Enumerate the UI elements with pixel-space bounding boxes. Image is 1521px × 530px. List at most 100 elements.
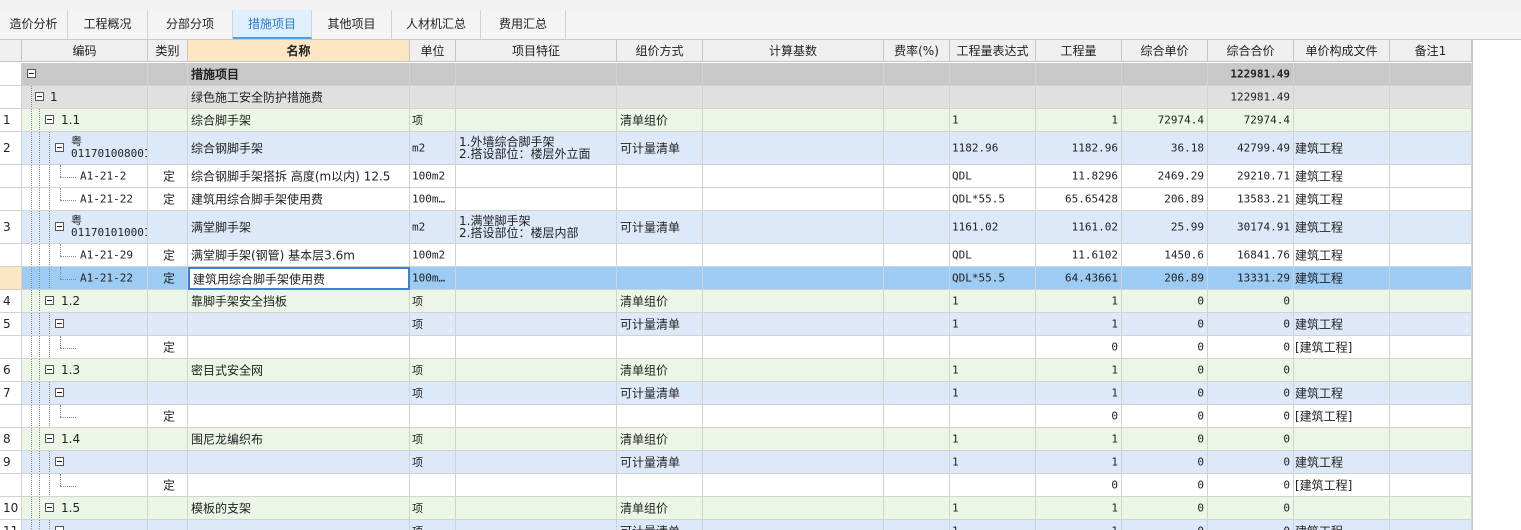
code-cell[interactable]: 1.3: [22, 359, 148, 382]
minus-box-icon[interactable]: [55, 526, 64, 530]
expression-cell[interactable]: [950, 405, 1036, 428]
note-cell[interactable]: [1390, 451, 1472, 474]
column-header[interactable]: 编码: [22, 40, 148, 62]
name-cell[interactable]: 措施项目: [188, 63, 410, 86]
unit-cell[interactable]: 项: [410, 313, 456, 336]
category-cell[interactable]: 定: [148, 267, 188, 290]
column-header[interactable]: 类别: [148, 40, 188, 62]
unit-cell[interactable]: 100m2: [410, 165, 456, 188]
table-row[interactable]: 定 0 0 0 [建筑工程]: [0, 336, 1472, 359]
note-cell[interactable]: [1390, 165, 1472, 188]
expression-cell[interactable]: 1: [950, 382, 1036, 405]
category-cell[interactable]: [148, 132, 188, 165]
total-price-cell[interactable]: 13331.29: [1208, 267, 1294, 290]
pricing-file-cell[interactable]: 建筑工程: [1294, 520, 1390, 530]
pricing-file-cell[interactable]: [1294, 497, 1390, 520]
code-cell[interactable]: 1.5: [22, 497, 148, 520]
expression-cell[interactable]: 1: [950, 451, 1036, 474]
unit-cell[interactable]: 项: [410, 382, 456, 405]
code-cell[interactable]: A1-21-22: [22, 188, 148, 211]
table-row[interactable]: A1-21-22 定 建筑用综合脚手架使用费 100m… QDL*55.5 64.4366…: [0, 267, 1472, 290]
feature-cell[interactable]: [456, 290, 617, 313]
rate-cell[interactable]: [884, 63, 950, 86]
note-cell[interactable]: [1390, 290, 1472, 313]
method-cell[interactable]: 清单组价: [617, 290, 703, 313]
expression-cell[interactable]: 1: [950, 290, 1036, 313]
name-cell[interactable]: 模板的支架: [188, 497, 410, 520]
total-price-cell[interactable]: 30174.91: [1208, 211, 1294, 244]
expression-cell[interactable]: 1: [950, 359, 1036, 382]
feature-cell[interactable]: [456, 86, 617, 109]
feature-cell[interactable]: [456, 520, 617, 530]
note-cell[interactable]: [1390, 109, 1472, 132]
category-cell[interactable]: [148, 109, 188, 132]
quantity-cell[interactable]: 1161.02: [1036, 211, 1122, 244]
feature-cell[interactable]: 1.满堂脚手架 2.搭设部位：楼层内部: [456, 211, 617, 244]
minus-box-icon[interactable]: [35, 92, 44, 101]
column-header[interactable]: 名称: [188, 40, 410, 62]
feature-cell[interactable]: [456, 382, 617, 405]
unit-cell[interactable]: 项: [410, 520, 456, 530]
quantity-cell[interactable]: 11.8296: [1036, 165, 1122, 188]
category-cell[interactable]: [148, 211, 188, 244]
total-price-cell[interactable]: 0: [1208, 451, 1294, 474]
expression-cell[interactable]: [950, 86, 1036, 109]
note-cell[interactable]: [1390, 497, 1472, 520]
code-cell[interactable]: [22, 474, 148, 497]
minus-box-icon[interactable]: [55, 143, 64, 152]
method-cell[interactable]: [617, 188, 703, 211]
pricing-file-cell[interactable]: [1294, 63, 1390, 86]
category-cell[interactable]: [148, 451, 188, 474]
column-header[interactable]: 项目特征: [456, 40, 617, 62]
code-cell[interactable]: [22, 382, 148, 405]
base-cell[interactable]: [703, 313, 884, 336]
base-cell[interactable]: [703, 336, 884, 359]
unit-cell[interactable]: [410, 86, 456, 109]
tab-3[interactable]: 措施项目: [233, 10, 312, 39]
base-cell[interactable]: [703, 244, 884, 267]
quantity-cell[interactable]: [1036, 86, 1122, 109]
unit-price-cell[interactable]: 206.89: [1122, 267, 1208, 290]
pricing-file-cell[interactable]: 建筑工程: [1294, 451, 1390, 474]
unit-price-cell[interactable]: 206.89: [1122, 188, 1208, 211]
minus-box-icon[interactable]: [45, 115, 54, 124]
unit-cell[interactable]: 100m…: [410, 188, 456, 211]
table-row[interactable]: 定 0 0 0 [建筑工程]: [0, 405, 1472, 428]
pricing-file-cell[interactable]: [建筑工程]: [1294, 336, 1390, 359]
tab-2[interactable]: 分部分项: [148, 10, 233, 39]
quantity-cell[interactable]: 1182.96: [1036, 132, 1122, 165]
table-row[interactable]: 9 项 可计量清单 1 1 0 0 建筑工程: [0, 451, 1472, 474]
total-price-cell[interactable]: 0: [1208, 336, 1294, 359]
method-cell[interactable]: 可计量清单: [617, 313, 703, 336]
category-cell[interactable]: [148, 359, 188, 382]
total-price-cell[interactable]: 0: [1208, 474, 1294, 497]
method-cell[interactable]: 可计量清单: [617, 132, 703, 165]
base-cell[interactable]: [703, 211, 884, 244]
rate-cell[interactable]: [884, 86, 950, 109]
unit-cell[interactable]: [410, 474, 456, 497]
pricing-file-cell[interactable]: [建筑工程]: [1294, 474, 1390, 497]
name-cell[interactable]: [188, 336, 410, 359]
table-row[interactable]: A1-21-2 定综合钢脚手架搭拆 高度(m以内) 12.5 100m2 QDL 11.…: [0, 165, 1472, 188]
quantity-cell[interactable]: 0: [1036, 336, 1122, 359]
table-row[interactable]: 10 1.5 模板的支架项清单组价 1 1 0 0: [0, 497, 1472, 520]
pricing-file-cell[interactable]: 建筑工程: [1294, 165, 1390, 188]
tab-6[interactable]: 费用汇总: [481, 10, 566, 39]
unit-cell[interactable]: 项: [410, 497, 456, 520]
table-row[interactable]: 6 1.3 密目式安全网 项 清单组价 1 1 0 0: [0, 359, 1472, 382]
name-cell[interactable]: [188, 520, 410, 530]
table-row[interactable]: 1 1.1 综合脚手架 项 清单组价 1 1 72974.4 72974.4: [0, 109, 1472, 132]
category-cell[interactable]: 定: [148, 336, 188, 359]
table-row[interactable]: A1-21-22 定建筑用综合脚手架使用费 100m… QDL*55.5 65.6542…: [0, 188, 1472, 211]
expression-cell[interactable]: QDL: [950, 165, 1036, 188]
note-cell[interactable]: [1390, 405, 1472, 428]
code-cell[interactable]: [22, 63, 148, 86]
table-row[interactable]: 措施项目 122981.49: [0, 63, 1472, 86]
quantity-cell[interactable]: 1: [1036, 359, 1122, 382]
tab-0[interactable]: 造价分析: [0, 10, 68, 39]
column-header[interactable]: 单价构成文件: [1294, 40, 1390, 62]
base-cell[interactable]: [703, 428, 884, 451]
method-cell[interactable]: 清单组价: [617, 428, 703, 451]
unit-price-cell[interactable]: 72974.4: [1122, 109, 1208, 132]
name-cell[interactable]: 综合钢脚手架: [188, 132, 410, 165]
